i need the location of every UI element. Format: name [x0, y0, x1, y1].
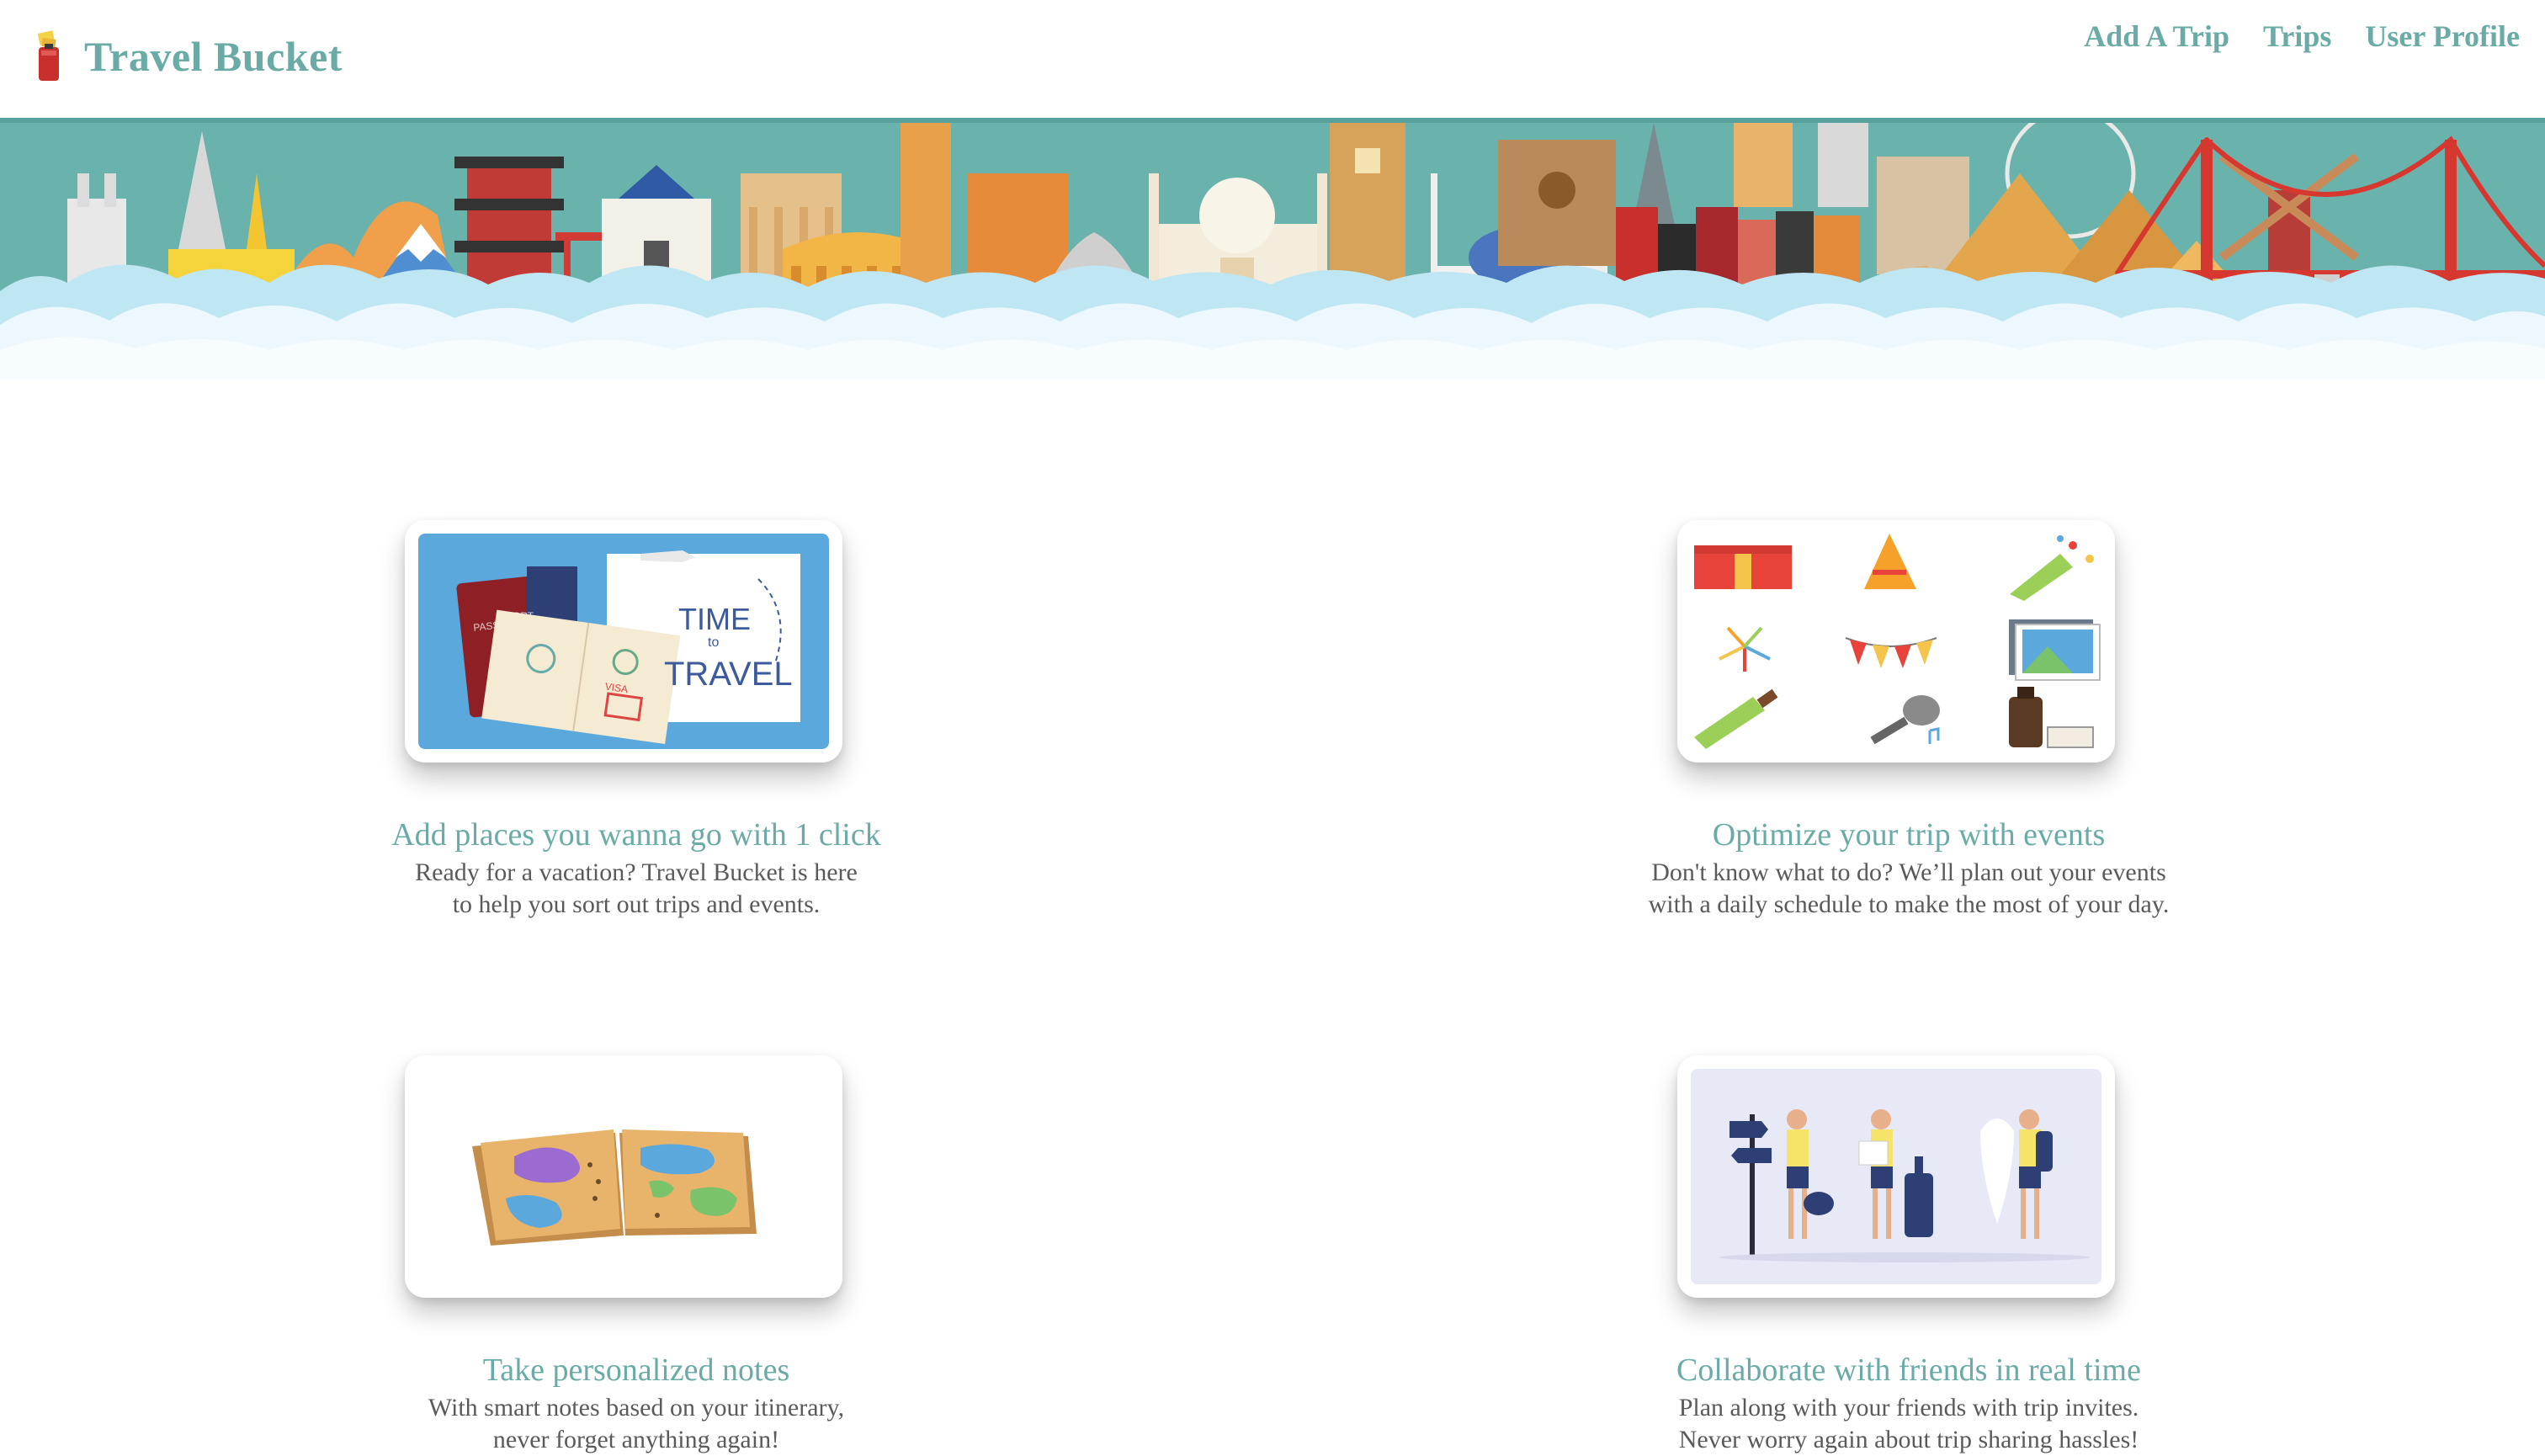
- party-events-illustration: [1694, 534, 2101, 749]
- nav-add-a-trip[interactable]: Add A Trip: [2084, 19, 2229, 54]
- travel-journal-map-illustration: [472, 1129, 757, 1246]
- feature-desc-line: with a daily schedule to make the most o…: [1648, 890, 2170, 918]
- top-navbar: Travel Bucket Add A Trip Trips User Prof…: [0, 0, 2545, 121]
- feature-title-events: Optimize your trip with events: [1712, 817, 2106, 853]
- feature-desc-line: never forget anything again!: [492, 1426, 780, 1453]
- feature-desc-line: Don't know what to do? We’ll plan out yo…: [1651, 858, 2166, 886]
- nav-trips[interactable]: Trips: [2263, 19, 2331, 54]
- feature-title-collaborate: Collaborate with friends in real time: [1676, 1352, 2141, 1388]
- travel-text: TRAVEL: [664, 656, 793, 693]
- main-nav: Add A Trip Trips User Profile: [2084, 19, 2520, 54]
- feature-desc-add-places: Ready for a vacation? Travel Bucket is h…: [300, 857, 973, 921]
- to-text: to: [708, 635, 719, 650]
- feature-desc-collaborate: Plan along with your friends with trip i…: [1572, 1392, 2245, 1456]
- world-landmarks-banner: [0, 123, 2545, 379]
- nav-user-profile[interactable]: User Profile: [2365, 19, 2520, 54]
- feature-card-events: [1677, 520, 2115, 763]
- feature-desc-line: Plan along with your friends with trip i…: [1678, 1394, 2139, 1421]
- time-text: TIME: [678, 602, 751, 636]
- travelers-group-illustration: [1691, 1069, 2101, 1284]
- feature-card-add-places: PASSPORT PORT VISA TIME to TRAVEL: [405, 520, 842, 763]
- fireworks-icon: [1719, 626, 1771, 672]
- feature-card-collaborate: [1677, 1055, 2115, 1298]
- feature-desc-line: Never worry again about trip sharing has…: [1678, 1426, 2139, 1453]
- brand-name[interactable]: Travel Bucket: [84, 32, 343, 81]
- feature-desc-line: to help you sort out trips and events.: [452, 890, 821, 918]
- feature-desc-notes: With smart notes based on your itinerary…: [300, 1392, 973, 1456]
- travel-bucket-icon[interactable]: [34, 30, 66, 84]
- feature-card-notes: [405, 1055, 842, 1298]
- feature-title-notes: Take personalized notes: [482, 1352, 790, 1388]
- time-to-travel-illustration: PASSPORT PORT VISA TIME to TRAVEL: [418, 534, 829, 749]
- feature-title-add-places: Add places you wanna go with 1 click: [391, 817, 881, 853]
- feature-desc-events: Don't know what to do? We’ll plan out yo…: [1572, 857, 2245, 921]
- feature-desc-line: With smart notes based on your itinerary…: [428, 1394, 845, 1421]
- feature-desc-line: Ready for a vacation? Travel Bucket is h…: [415, 858, 858, 886]
